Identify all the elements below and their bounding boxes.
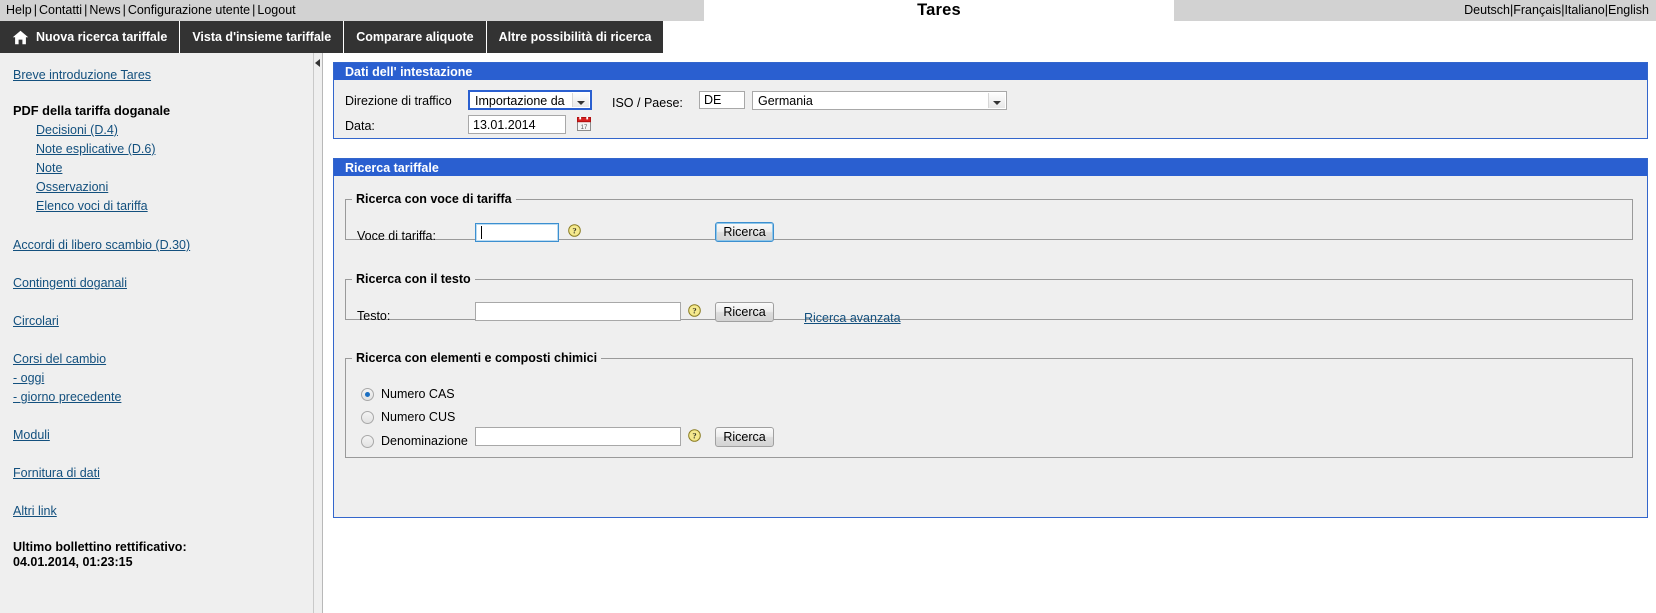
language-deutsch[interactable]: Deutsch bbox=[1464, 3, 1510, 17]
date-input[interactable] bbox=[468, 115, 566, 134]
language-switcher: Deutsch|Français|Italiano|English bbox=[1464, 3, 1649, 17]
svg-text:?: ? bbox=[692, 431, 696, 441]
denomination-search-button[interactable]: Ricerca bbox=[715, 427, 774, 447]
radio-numero-cas[interactable] bbox=[361, 388, 374, 401]
tab-comparare-aliquote[interactable]: Comparare aliquote bbox=[344, 21, 487, 53]
app-title-band: Tares bbox=[704, 0, 1174, 21]
tab-nuova-ricerca-tariffale[interactable]: Nuova ricerca tariffale bbox=[0, 21, 181, 53]
tab-vista-insieme-tariffale[interactable]: Vista d'insieme tariffale bbox=[180, 21, 345, 53]
text-search-legend: Ricerca con il testo bbox=[356, 272, 471, 286]
utility-link-contatti[interactable]: Contatti bbox=[39, 3, 82, 17]
tariff-number-label: Voce di tariffa: bbox=[357, 229, 436, 243]
sidebar-link-accordi-libero-scambio[interactable]: Accordi di libero scambio (D.30) bbox=[13, 238, 190, 252]
sidebar-link-fornitura-di-dati[interactable]: Fornitura di dati bbox=[13, 466, 100, 480]
text-caret bbox=[481, 226, 482, 239]
home-icon bbox=[12, 30, 29, 45]
header-data-panel: Dati dell' intestazione Direzione di tra… bbox=[333, 62, 1648, 139]
tariff-search-panel: Ricerca tariffale Ricerca con voce di ta… bbox=[333, 158, 1648, 518]
sidebar-link-decisioni[interactable]: Decisioni (D.4) bbox=[36, 123, 118, 137]
iso-country-label: ISO / Paese: bbox=[612, 96, 683, 110]
tariff-number-search-button[interactable]: Ricerca bbox=[715, 222, 774, 242]
svg-text:?: ? bbox=[692, 306, 696, 316]
sidebar-group-title-pdf: PDF della tariffa doganale bbox=[13, 103, 171, 118]
main-navigation: Nuova ricerca tariffale Vista d'insieme … bbox=[0, 21, 1656, 53]
sidebar-collapse-handle[interactable] bbox=[314, 53, 323, 613]
sidebar-link-circolari[interactable]: Circolari bbox=[13, 314, 59, 328]
traffic-direction-select[interactable]: Importazione da bbox=[468, 90, 592, 110]
bulletin-value: 04.01.2014, 01:23:15 bbox=[13, 555, 133, 569]
utility-link-news[interactable]: News bbox=[89, 3, 120, 17]
chevron-down-icon[interactable] bbox=[572, 93, 589, 107]
text-search-input[interactable] bbox=[475, 302, 681, 321]
sidebar-link-giorno-precedente[interactable]: - giorno precedente bbox=[13, 390, 121, 404]
chevron-left-icon[interactable] bbox=[315, 59, 320, 67]
chevron-down-icon[interactable] bbox=[988, 93, 1005, 108]
svg-text:?: ? bbox=[572, 226, 576, 236]
tariff-number-legend: Ricerca con voce di tariffa bbox=[356, 192, 512, 206]
sidebar-link-oggi[interactable]: - oggi bbox=[13, 371, 44, 385]
calendar-icon[interactable]: 17 bbox=[577, 117, 591, 131]
separator: | bbox=[33, 3, 37, 17]
left-sidebar: Breve introduzione Tares PDF della tarif… bbox=[0, 53, 314, 613]
sidebar-link-elenco-voci-di-tariffa[interactable]: Elenco voci di tariffa bbox=[36, 199, 148, 213]
tab-label: Nuova ricerca tariffale bbox=[36, 30, 168, 44]
traffic-direction-value: Importazione da bbox=[475, 94, 565, 108]
tab-label: Altre possibilità di ricerca bbox=[498, 30, 652, 44]
nav-tab-list: Nuova ricerca tariffale Vista d'insieme … bbox=[0, 21, 664, 53]
tab-label: Comparare aliquote bbox=[356, 30, 474, 44]
help-icon[interactable]: ? bbox=[568, 224, 581, 237]
radio-numero-cus[interactable] bbox=[361, 411, 374, 424]
denomination-input[interactable] bbox=[475, 427, 681, 446]
sidebar-link-osservazioni[interactable]: Osservazioni bbox=[36, 180, 108, 194]
sidebar-link-corsi-del-cambio[interactable]: Corsi del cambio bbox=[13, 352, 106, 366]
utility-link-configurazione-utente[interactable]: Configurazione utente bbox=[128, 3, 250, 17]
bulletin-block: Ultimo bollettino rettificativo: 04.01.2… bbox=[13, 540, 187, 570]
sidebar-link-note[interactable]: Note bbox=[36, 161, 62, 175]
tab-label: Vista d'insieme tariffale bbox=[192, 30, 332, 44]
utility-links: Help | Contatti | News | Configurazione utente… bbox=[6, 3, 296, 17]
language-english[interactable]: English bbox=[1608, 3, 1649, 17]
traffic-direction-label: Direzione di traffico bbox=[345, 94, 452, 108]
sidebar-link-moduli[interactable]: Moduli bbox=[13, 428, 50, 442]
radio-label-numero-cus: Numero CUS bbox=[381, 410, 456, 424]
radio-label-denominazione: Denominazione bbox=[381, 434, 468, 448]
svg-text:17: 17 bbox=[581, 125, 588, 131]
help-icon[interactable]: ? bbox=[688, 429, 701, 442]
sidebar-link-breve-introduzione[interactable]: Breve introduzione Tares bbox=[13, 68, 151, 82]
radio-label-numero-cas: Numero CAS bbox=[381, 387, 455, 401]
top-utility-bar: Help | Contatti | News | Configurazione utente… bbox=[0, 0, 1656, 21]
tariff-number-input[interactable] bbox=[475, 223, 559, 242]
country-value: Germania bbox=[758, 94, 813, 108]
radio-denominazione[interactable] bbox=[361, 435, 374, 448]
main-content: Dati dell' intestazione Direzione di tra… bbox=[323, 53, 1656, 613]
text-search-button[interactable]: Ricerca bbox=[715, 302, 774, 322]
sidebar-link-contingenti-doganali[interactable]: Contingenti doganali bbox=[13, 276, 127, 290]
date-label: Data: bbox=[345, 119, 375, 133]
text-search-label: Testo: bbox=[357, 309, 391, 323]
page-root: Help | Contatti | News | Configurazione utente… bbox=[0, 0, 1656, 613]
advanced-search-link[interactable]: Ricerca avanzata bbox=[804, 311, 901, 325]
help-icon[interactable]: ? bbox=[688, 304, 701, 317]
header-data-panel-title: Dati dell' intestazione bbox=[334, 63, 1647, 80]
iso-code-input[interactable] bbox=[699, 91, 745, 109]
page-title: Tares bbox=[917, 1, 961, 19]
sidebar-link-note-esplicative[interactable]: Note esplicative (D.6) bbox=[36, 142, 156, 156]
language-francais[interactable]: Français bbox=[1513, 3, 1561, 17]
tab-altre-possibilita-di-ricerca[interactable]: Altre possibilità di ricerca bbox=[486, 21, 664, 53]
country-select[interactable]: Germania bbox=[752, 91, 1007, 110]
chemical-search-legend: Ricerca con elementi e composti chimici bbox=[356, 351, 598, 365]
utility-link-help[interactable]: Help bbox=[6, 3, 32, 17]
sidebar-link-altri-link[interactable]: Altri link bbox=[13, 504, 57, 518]
tariff-search-panel-title: Ricerca tariffale bbox=[334, 159, 1647, 176]
separator: | bbox=[122, 3, 126, 17]
bulletin-label: Ultimo bollettino rettificativo: bbox=[13, 540, 187, 554]
utility-link-logout[interactable]: Logout bbox=[257, 3, 295, 17]
language-italiano[interactable]: Italiano bbox=[1564, 3, 1604, 17]
